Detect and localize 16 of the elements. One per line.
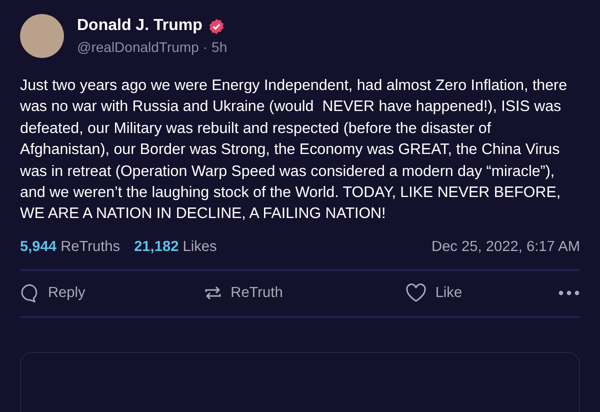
more-button[interactable] <box>558 290 580 296</box>
post-date: Dec 25, 2022, 6:17 AM <box>432 238 580 255</box>
more-icon <box>558 290 580 296</box>
speech-bubble-icon <box>20 282 40 303</box>
reply-button[interactable]: Reply <box>20 282 200 303</box>
post-time: 5h <box>212 39 228 55</box>
stat-link[interactable]: 21,182 Likes <box>134 238 217 255</box>
author-handle[interactable]: @realDonaldTrump <box>77 39 199 55</box>
post-text: Just two years ago we were Energy Independent, had almost Zero Inflation, there was no war with Russia and Ukraine (would NEVER have happened!), ISIS was defeated, our Military was rebuilt and respected (before the disaster of Afghanistan), our Border was Strong, the Economy was GREAT, the China Virus was in retreat (Operation Warp Speed was considered a modern day “miracle”), and we weren’t the laughing stock of the World. TODAY, LIKE NEVER BEFORE, WE ARE A NATION IN DECLINE, A FAILING NATION! <box>20 76 568 224</box>
separator-dot: · <box>202 39 208 55</box>
heart-icon <box>405 282 428 303</box>
avatar[interactable] <box>20 14 64 58</box>
stat-link[interactable]: 5,944 ReTruths <box>20 238 120 255</box>
author-name[interactable]: Donald J. Trump <box>77 17 202 35</box>
like-button[interactable]: Like <box>405 282 556 303</box>
retruth-button[interactable]: ReTruth <box>202 282 403 303</box>
